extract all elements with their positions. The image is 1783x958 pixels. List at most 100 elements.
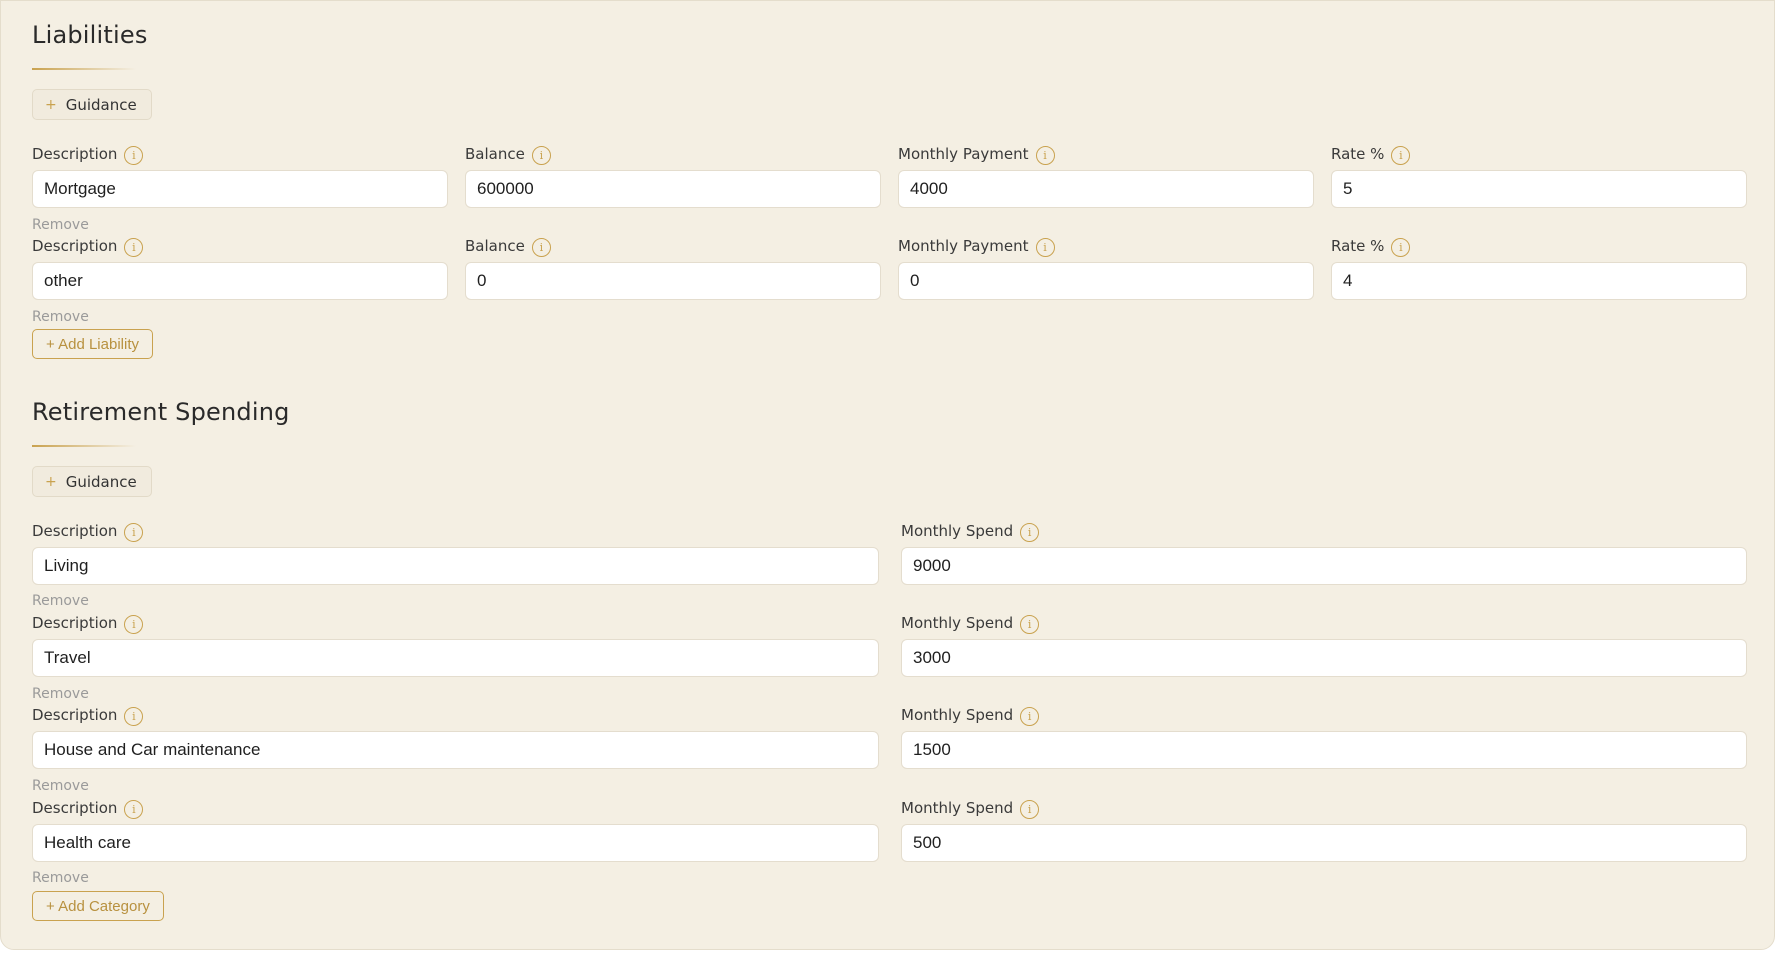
liability-rate-field: Rate % i — [1331, 234, 1747, 302]
monthly-spend-input[interactable] — [901, 547, 1747, 585]
info-icon[interactable]: i — [124, 522, 144, 542]
monthly-payment-input[interactable] — [898, 170, 1314, 208]
label-text: Description — [32, 522, 118, 540]
field-label: Monthly Spend i — [901, 796, 1747, 820]
field-label: Monthly Spend i — [901, 703, 1747, 727]
monthly-spend-field: Monthly Spend i — [901, 519, 1747, 587]
monthly-spend-input[interactable] — [901, 731, 1747, 769]
add-category-button[interactable]: + Add Category — [32, 891, 164, 921]
add-liability-button[interactable]: + Add Liability — [32, 329, 153, 359]
label-text: Monthly Payment — [898, 237, 1029, 255]
guidance-button[interactable]: + Guidance — [32, 466, 152, 497]
info-icon[interactable]: i — [124, 237, 144, 257]
remove-category-link[interactable]: Remove — [32, 870, 89, 886]
remove-liability-link[interactable]: Remove — [32, 309, 89, 325]
retirement-spending-section: Retirement Spending + Guidance Descripti… — [32, 391, 1747, 931]
remove-category-link[interactable]: Remove — [32, 593, 89, 609]
info-icon[interactable]: i — [1391, 145, 1411, 165]
info-icon[interactable]: i — [124, 799, 144, 819]
monthly-spend-field: Monthly Spend i — [901, 611, 1747, 679]
liability-payment-field: Monthly Payment i — [898, 142, 1314, 210]
label-text: Monthly Spend — [901, 522, 1014, 540]
field-label: Description i — [32, 519, 879, 543]
info-icon[interactable]: i — [1020, 522, 1040, 542]
liability-description-field: Description i — [32, 234, 448, 302]
label-text: Balance — [465, 237, 525, 255]
field-label: Balance i — [465, 234, 881, 258]
guidance-label: Guidance — [65, 95, 137, 114]
field-label: Rate % i — [1331, 142, 1747, 166]
liability-balance-field: Balance i — [465, 234, 881, 302]
guidance-button[interactable]: + Guidance — [32, 89, 152, 120]
description-input[interactable] — [32, 262, 448, 300]
spending-description-field: Description i — [32, 703, 879, 771]
info-icon[interactable]: i — [1391, 237, 1411, 257]
field-label: Monthly Spend i — [901, 519, 1747, 543]
liabilities-section: Liabilities + Guidance Description i Bal… — [32, 1, 1747, 371]
field-label: Monthly Spend i — [901, 611, 1747, 635]
plus-icon: + — [45, 96, 57, 113]
liability-balance-field: Balance i — [465, 142, 881, 210]
field-label: Monthly Payment i — [898, 142, 1314, 166]
remove-category-link[interactable]: Remove — [32, 778, 89, 794]
info-icon[interactable]: i — [124, 614, 144, 634]
section-title: Liabilities — [32, 21, 148, 49]
description-input[interactable] — [32, 824, 879, 862]
spending-description-field: Description i — [32, 611, 879, 679]
label-text: Description — [32, 145, 118, 163]
description-input[interactable] — [32, 547, 879, 585]
description-input[interactable] — [32, 170, 448, 208]
plus-icon: + — [45, 473, 57, 490]
guidance-label: Guidance — [65, 472, 137, 491]
info-icon[interactable]: i — [531, 237, 551, 257]
info-icon[interactable]: i — [1020, 799, 1040, 819]
info-icon[interactable]: i — [1020, 614, 1040, 634]
info-icon[interactable]: i — [124, 145, 144, 165]
rate-input[interactable] — [1331, 170, 1747, 208]
label-text: Monthly Spend — [901, 799, 1014, 817]
label-text: Description — [32, 237, 118, 255]
label-text: Rate % — [1331, 145, 1385, 163]
label-text: Balance — [465, 145, 525, 163]
monthly-spend-field: Monthly Spend i — [901, 796, 1747, 864]
description-input[interactable] — [32, 731, 879, 769]
info-icon[interactable]: i — [124, 706, 144, 726]
label-text: Description — [32, 614, 118, 632]
field-label: Description i — [32, 142, 448, 166]
monthly-spend-field: Monthly Spend i — [901, 703, 1747, 771]
monthly-payment-input[interactable] — [898, 262, 1314, 300]
balance-input[interactable] — [465, 170, 881, 208]
description-input[interactable] — [32, 639, 879, 677]
info-icon[interactable]: i — [1035, 237, 1055, 257]
balance-input[interactable] — [465, 262, 881, 300]
title-underline — [32, 68, 136, 70]
liability-description-field: Description i — [32, 142, 448, 210]
label-text: Description — [32, 799, 118, 817]
monthly-spend-input[interactable] — [901, 824, 1747, 862]
field-label: Balance i — [465, 142, 881, 166]
field-label: Description i — [32, 611, 879, 635]
section-title: Retirement Spending — [32, 398, 290, 426]
spending-description-field: Description i — [32, 796, 879, 864]
field-label: Rate % i — [1331, 234, 1747, 258]
remove-liability-link[interactable]: Remove — [32, 217, 89, 233]
info-icon[interactable]: i — [531, 145, 551, 165]
label-text: Monthly Spend — [901, 706, 1014, 724]
field-label: Description i — [32, 703, 879, 727]
info-icon[interactable]: i — [1020, 706, 1040, 726]
rate-input[interactable] — [1331, 262, 1747, 300]
liability-rate-field: Rate % i — [1331, 142, 1747, 210]
field-label: Monthly Payment i — [898, 234, 1314, 258]
info-icon[interactable]: i — [1035, 145, 1055, 165]
label-text: Monthly Payment — [898, 145, 1029, 163]
label-text: Rate % — [1331, 237, 1385, 255]
title-underline — [32, 445, 136, 447]
monthly-spend-input[interactable] — [901, 639, 1747, 677]
remove-category-link[interactable]: Remove — [32, 686, 89, 702]
liability-payment-field: Monthly Payment i — [898, 234, 1314, 302]
form-panel: Liabilities + Guidance Description i Bal… — [0, 0, 1775, 950]
spending-description-field: Description i — [32, 519, 879, 587]
label-text: Description — [32, 706, 118, 724]
field-label: Description i — [32, 796, 879, 820]
field-label: Description i — [32, 234, 448, 258]
